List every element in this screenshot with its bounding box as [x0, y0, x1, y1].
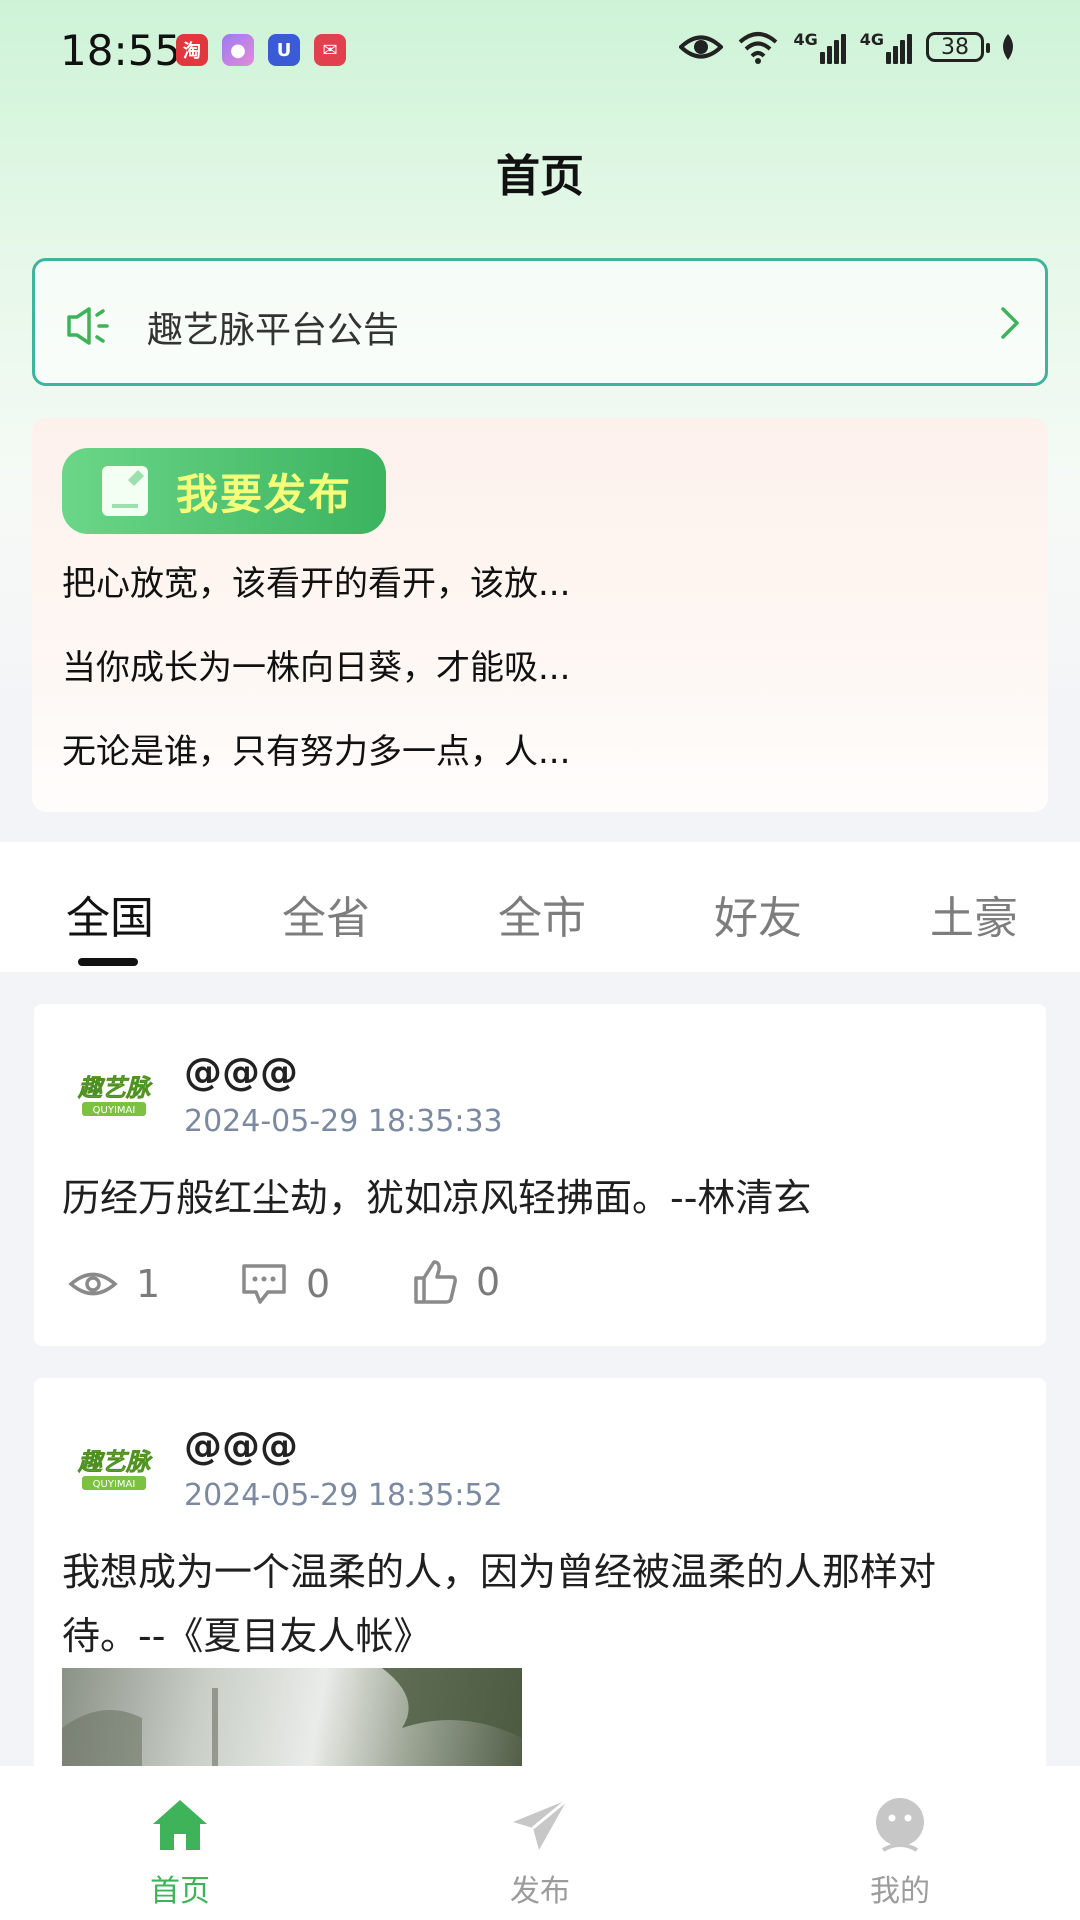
nav-profile[interactable]: 我的 [800, 1796, 1000, 1910]
post-username[interactable]: @@@ [184, 1424, 298, 1468]
status-bar: 18:55 淘 ● U ✉ 4G 4G 38 [0, 0, 1080, 110]
chevron-right-icon [1001, 307, 1019, 339]
nav-publish[interactable]: 发布 [440, 1796, 640, 1910]
avatar[interactable]: 趣艺脉 QUYIMAI [74, 1064, 156, 1124]
avatar-logo-subtext: QUYIMAI [93, 1479, 136, 1490]
cellular-signal-icon: 4G [793, 30, 846, 64]
leaf-icon [1003, 34, 1013, 60]
announcement-bar[interactable]: 趣艺脉平台公告 [32, 258, 1048, 386]
publish-button[interactable]: 我要发布 [62, 448, 386, 534]
likes-count: 0 [476, 1260, 501, 1304]
network-type-label: 4G [793, 30, 818, 49]
avatar-logo-text: 趣艺脉 [77, 1448, 153, 1476]
post-content: 我想成为一个温柔的人，因为曾经被温柔的人那样对待。--《夏目友人帐》 [62, 1550, 937, 1658]
nav-home[interactable]: 首页 [80, 1796, 280, 1910]
scope-tabs: 全国 全省 全市 好友 土豪 [0, 842, 1080, 972]
avatar[interactable]: 趣艺脉 QUYIMAI [74, 1438, 156, 1498]
tab-friends[interactable]: 好友 [714, 882, 802, 946]
avatar-logo-subtext: QUYIMAI [93, 1105, 136, 1116]
tab-province[interactable]: 全省 [282, 882, 370, 946]
app-icon: U [268, 34, 300, 66]
post-content: 历经万般红尘劫，犹如凉风轻拂面。--林清玄 [62, 1176, 812, 1220]
status-indicators: 4G 4G 38 [679, 30, 1018, 64]
thumbs-up-icon [414, 1260, 457, 1304]
home-icon [153, 1800, 207, 1850]
tab-tycoon[interactable]: 土豪 [930, 882, 1018, 946]
edit-document-icon [102, 466, 148, 516]
profile-icon [876, 1798, 924, 1852]
publish-button-label: 我要发布 [176, 469, 353, 519]
active-tab-indicator [78, 958, 138, 966]
tab-nationwide[interactable]: 全国 [66, 882, 154, 946]
quote-item[interactable]: 当你成长为一株向日葵，才能吸... [62, 640, 570, 689]
comments-count: 0 [306, 1262, 331, 1306]
eye-icon [68, 1272, 118, 1296]
app-icon: ● [222, 34, 254, 66]
paper-plane-icon [513, 1798, 568, 1850]
battery-icon: 38 [926, 32, 990, 62]
eye-icon [679, 35, 724, 59]
page-title: 首页 [496, 151, 584, 202]
comment-icon [242, 1264, 286, 1304]
battery-level: 38 [941, 34, 969, 60]
nav-home-label: 首页 [150, 1874, 210, 1909]
views-count: 1 [136, 1262, 161, 1306]
notification-icons: 淘 ● U ✉ [176, 34, 346, 66]
wifi-icon [739, 32, 778, 64]
bottom-navigation: 首页 发布 我的 [0, 1766, 1080, 1920]
post-card[interactable]: 趣艺脉 QUYIMAI @@@ 2024-05-29 18:35:52 我想成为… [34, 1378, 1046, 1778]
post-timestamp: 2024-05-29 18:35:52 [184, 1478, 503, 1513]
post-card[interactable]: 趣艺脉 QUYIMAI @@@ 2024-05-29 18:35:33 历经万般… [34, 1004, 1046, 1346]
nav-profile-label: 我的 [870, 1874, 930, 1909]
announcement-text: 趣艺脉平台公告 [147, 310, 400, 351]
views-stat: 1 [68, 1262, 160, 1306]
comment-button[interactable]: 0 [240, 1262, 330, 1306]
avatar-logo-text: 趣艺脉 [77, 1074, 153, 1102]
cellular-signal-icon: 4G [860, 30, 912, 64]
app-icon: ✉ [314, 34, 346, 66]
quote-item[interactable]: 无论是谁，只有努力多一点，人... [62, 724, 570, 773]
status-time: 18:55 [60, 26, 182, 75]
publish-card: 我要发布 把心放宽，该看开的看开，该放... 当你成长为一株向日葵，才能吸...… [32, 418, 1048, 812]
nav-publish-label: 发布 [510, 1874, 570, 1909]
like-button[interactable]: 0 [412, 1258, 500, 1306]
speaker-icon [67, 307, 109, 345]
network-type-label: 4G [859, 30, 884, 49]
quote-item[interactable]: 把心放宽，该看开的看开，该放... [62, 556, 570, 605]
tab-city[interactable]: 全市 [498, 882, 586, 946]
post-timestamp: 2024-05-29 18:35:33 [184, 1104, 503, 1139]
post-image[interactable] [62, 1668, 522, 1778]
taobao-icon: 淘 [176, 34, 208, 66]
post-username[interactable]: @@@ [184, 1050, 298, 1094]
